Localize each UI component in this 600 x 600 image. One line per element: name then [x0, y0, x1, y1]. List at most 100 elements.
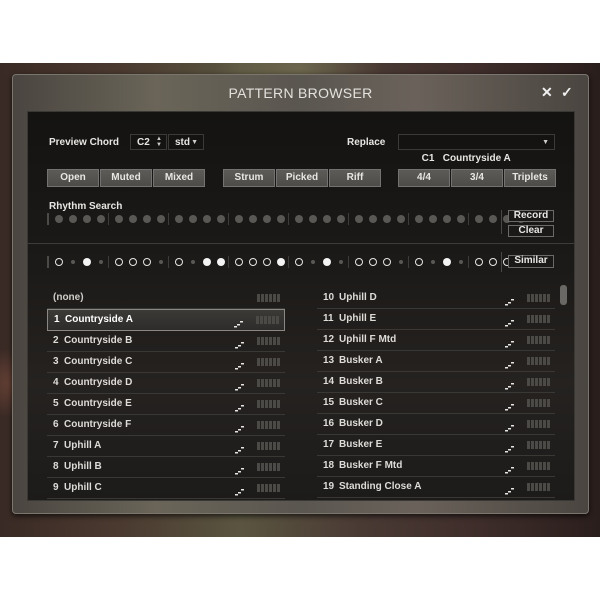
replace-dropdown[interactable]: C1 Countryside A ▼ — [398, 134, 555, 164]
rhythm-input-step[interactable] — [334, 213, 348, 225]
rhythm-input-step[interactable] — [366, 213, 380, 225]
list-item-name: Busker C — [339, 397, 383, 408]
pattern-step-fill — [274, 256, 288, 268]
pattern-type-icon — [235, 337, 245, 349]
list-item[interactable]: 18 Busker F Mtd — [317, 456, 555, 477]
list-item-number: 19 — [323, 481, 335, 492]
rhythm-input-step[interactable] — [454, 213, 468, 225]
list-item[interactable]: 5 Countryside E — [47, 394, 285, 415]
list-item[interactable]: 13 Busker A — [317, 351, 555, 372]
step-group — [108, 213, 168, 225]
pattern-step-ring — [472, 256, 486, 268]
step-group — [168, 213, 228, 225]
list-item[interactable]: 8 Uphill B — [47, 457, 285, 478]
rhythm-input-step[interactable] — [320, 213, 334, 225]
list-item[interactable]: 7 Uphill A — [47, 436, 285, 457]
pattern-list-right: 10 Uphill D 11 Uphill E 12 Uphill F Mtd 13 Busk… — [317, 288, 555, 498]
rhythm-input-step[interactable] — [140, 213, 154, 225]
list-item[interactable]: 16 Busker D — [317, 414, 555, 435]
rhythm-input-step[interactable] — [66, 213, 80, 225]
rhythm-input-step[interactable] — [186, 213, 200, 225]
rhythm-input-step[interactable] — [126, 213, 140, 225]
rhythm-input-step[interactable] — [94, 213, 108, 225]
filter-strum-button[interactable]: Strum — [223, 169, 275, 187]
spinner-arrows-icon[interactable]: ▲ ▼ — [156, 136, 162, 148]
rhythm-input-step[interactable] — [260, 213, 274, 225]
rating-meter — [527, 441, 550, 449]
pattern-step-ring — [232, 256, 246, 268]
rating-meter — [257, 400, 280, 408]
rating-meter — [527, 294, 550, 302]
list-item[interactable]: 9 Uphill C — [47, 478, 285, 499]
list-item-number: 3 — [53, 356, 59, 367]
list-item-name: Busker A — [339, 355, 383, 366]
list-item[interactable]: 19 Standing Close A — [317, 477, 555, 498]
rhythm-input-step[interactable] — [154, 213, 168, 225]
pattern-step-ring — [246, 256, 260, 268]
list-item[interactable]: 17 Busker E — [317, 435, 555, 456]
list-item-name: Busker F Mtd — [339, 460, 403, 471]
pattern-step-ring — [52, 256, 66, 268]
pattern-type-icon — [505, 399, 515, 411]
list-item[interactable]: 1 Countryside A — [47, 309, 285, 331]
filter-picked-button[interactable]: Picked — [276, 169, 328, 187]
list-item[interactable]: 2 Countryside B — [47, 331, 285, 352]
rhythm-input-step[interactable] — [352, 213, 366, 225]
pattern-type-icon — [505, 483, 515, 495]
list-item[interactable]: 10 Uphill D — [317, 288, 555, 309]
record-button[interactable]: Record — [508, 210, 554, 222]
pattern-type-icon — [235, 484, 245, 496]
checkmark-icon[interactable]: ✓ — [561, 84, 573, 101]
filter-mixed-button[interactable]: Mixed — [153, 169, 205, 187]
rhythm-search-input-row[interactable] — [47, 213, 528, 225]
list-item[interactable]: 4 Countryside D — [47, 373, 285, 394]
rhythm-input-step[interactable] — [292, 213, 306, 225]
rhythm-input-step[interactable] — [306, 213, 320, 225]
filter-3-4-button[interactable]: 3/4 — [451, 169, 503, 187]
filter-riff-button[interactable]: Riff — [329, 169, 381, 187]
list-item[interactable]: 15 Busker C — [317, 393, 555, 414]
list-item-none[interactable]: (none) — [47, 288, 285, 309]
rhythm-input-step[interactable] — [274, 213, 288, 225]
rhythm-input-step[interactable] — [440, 213, 454, 225]
similar-button[interactable]: Similar — [508, 255, 554, 268]
list-item[interactable]: 12 Uphill F Mtd — [317, 330, 555, 351]
step-group — [47, 256, 108, 268]
rating-meter — [257, 442, 280, 450]
rhythm-input-step[interactable] — [52, 213, 66, 225]
pattern-step-small — [154, 256, 168, 268]
rhythm-input-step[interactable] — [426, 213, 440, 225]
rating-meter — [527, 399, 550, 407]
filter-muted-button[interactable]: Muted — [100, 169, 152, 187]
rhythm-input-step[interactable] — [232, 213, 246, 225]
step-group — [168, 256, 228, 268]
rhythm-input-step[interactable] — [172, 213, 186, 225]
close-icon[interactable]: ✕ — [541, 84, 553, 101]
rhythm-input-step[interactable] — [200, 213, 214, 225]
rhythm-input-step[interactable] — [246, 213, 260, 225]
list-scrollbar[interactable] — [560, 285, 567, 305]
filter-4-4-button[interactable]: 4/4 — [398, 169, 450, 187]
list-item[interactable]: 14 Busker B — [317, 372, 555, 393]
preview-chord-type-dropdown[interactable]: std ▼ — [168, 134, 204, 150]
rhythm-input-step[interactable] — [412, 213, 426, 225]
rhythm-input-step[interactable] — [214, 213, 228, 225]
pattern-type-icon — [235, 463, 245, 475]
list-item-number: 16 — [323, 418, 335, 429]
clear-button[interactable]: Clear — [508, 225, 554, 237]
rhythm-input-step[interactable] — [472, 213, 486, 225]
rhythm-input-step[interactable] — [486, 213, 500, 225]
rhythm-input-step[interactable] — [394, 213, 408, 225]
list-item[interactable]: 3 Countryside C — [47, 352, 285, 373]
list-item[interactable]: 11 Uphill E — [317, 309, 555, 330]
filter-triplets-button[interactable]: Triplets — [504, 169, 556, 187]
rhythm-input-step[interactable] — [380, 213, 394, 225]
pattern-type-icon — [235, 379, 245, 391]
rhythm-input-step[interactable] — [80, 213, 94, 225]
preview-chord-note-spinner[interactable]: C2 ▲ ▼ — [130, 134, 167, 150]
rating-meter — [527, 483, 550, 491]
list-item[interactable]: 6 Countryside F — [47, 415, 285, 436]
pattern-type-icon — [505, 357, 515, 369]
rhythm-input-step[interactable] — [112, 213, 126, 225]
filter-open-button[interactable]: Open — [47, 169, 99, 187]
